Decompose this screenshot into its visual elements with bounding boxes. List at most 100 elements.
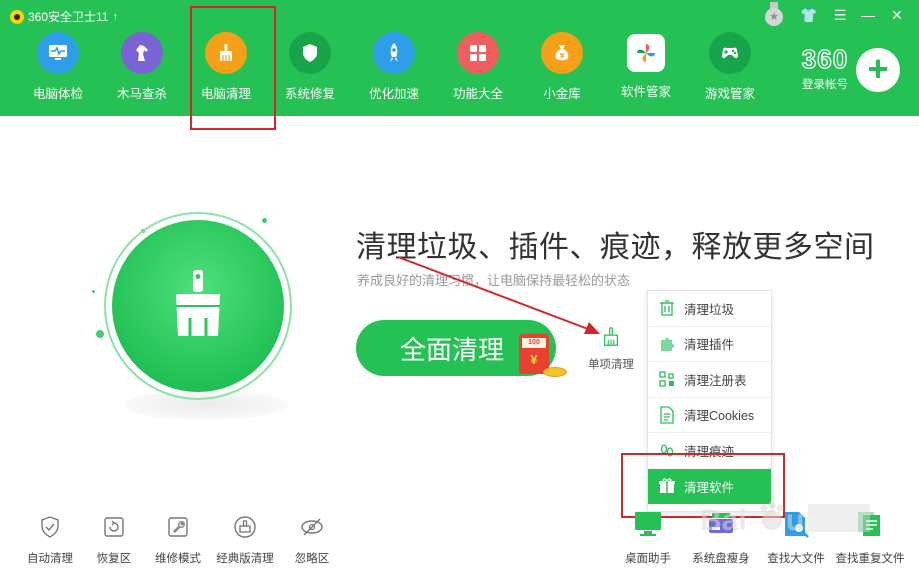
- puzzle-icon: [661, 337, 675, 351]
- nav-label: 功能大全: [452, 87, 503, 101]
- menu-icon[interactable]: ☰: [829, 6, 851, 24]
- dropdown-item-label: 清理Cookies: [684, 409, 755, 424]
- dropdown-item-label: 清理垃圾: [684, 302, 735, 317]
- nav-item-vault[interactable]: ¥ 小金库: [520, 30, 604, 106]
- coins-icon: [543, 367, 567, 377]
- 360-logo-icon: [10, 9, 24, 24]
- single-clean-label: 单项清理: [588, 359, 634, 371]
- tool-label: 查找重复文件: [835, 553, 905, 565]
- update-arrow-icon[interactable]: ↑: [112, 11, 118, 23]
- rocket-icon: [373, 32, 415, 74]
- dropdown-item-label: 清理注册表: [684, 373, 747, 388]
- nav-label: 游戏管家: [704, 87, 755, 101]
- gamepad-icon: [709, 32, 751, 74]
- desktop-helper-icon: [635, 512, 661, 536]
- envelope-tag: 100: [522, 338, 546, 348]
- tool-label: 维修模式: [155, 553, 201, 565]
- document-icon: [660, 406, 674, 424]
- tool-label: 经典版清理: [216, 553, 274, 565]
- single-clean-dropdown: 清理垃圾 清理插件 清理注册表 清理Cookies 清理痕迹 清理软件: [647, 290, 772, 512]
- app-title: 360安全卫士11 ↑: [10, 8, 118, 25]
- gift-box-icon: [659, 478, 675, 494]
- disk-slim-icon: [709, 513, 733, 533]
- nav-label: 电脑清理: [200, 87, 251, 101]
- decor-dot: [262, 218, 267, 223]
- dropdown-item-clean-software[interactable]: 清理软件: [648, 468, 771, 504]
- ignore-eye-icon: [301, 518, 323, 536]
- decor-dot: [92, 290, 95, 293]
- tool-label: 恢复区: [96, 553, 132, 565]
- find-large-file-tool[interactable]: 查找大文件: [759, 510, 833, 566]
- nav-label: 木马查杀: [116, 87, 167, 101]
- trash-icon: [660, 300, 674, 316]
- shield-check-icon: [41, 516, 59, 538]
- shield-icon: [289, 32, 331, 74]
- dropdown-item-label: 清理软件: [684, 480, 735, 495]
- broom-icon: [205, 32, 247, 74]
- dropdown-item-clean-junk[interactable]: 清理垃圾: [648, 291, 771, 327]
- dropdown-item-label: 清理插件: [684, 338, 735, 353]
- find-duplicate-icon: [858, 512, 880, 536]
- broom-outline-icon: [603, 327, 619, 346]
- nav-item-speedup[interactable]: 优化加速: [352, 30, 436, 106]
- classic-clean-icon: [234, 516, 256, 538]
- nav-item-system-repair[interactable]: 系统修复: [268, 30, 352, 106]
- close-icon[interactable]: ✕: [886, 6, 908, 24]
- add-account-button[interactable]: +: [856, 48, 900, 92]
- nav-item-software-manager[interactable]: 软件管家: [604, 30, 688, 106]
- restore-icon: [104, 517, 124, 537]
- login-label: 登录帐号: [802, 79, 848, 91]
- svg-text:¥: ¥: [560, 52, 565, 60]
- nav-item-pc-checkup[interactable]: 电脑体检: [16, 30, 100, 106]
- nav-item-game-manager[interactable]: 游戏管家: [688, 30, 772, 106]
- dropdown-item-label: 清理痕迹: [684, 444, 735, 459]
- repair-mode-tool[interactable]: 维修模式: [142, 514, 214, 566]
- login-account[interactable]: 360 登录帐号: [790, 45, 860, 92]
- registry-icon: [659, 371, 674, 387]
- find-large-file-icon: [785, 512, 809, 538]
- skin-icon[interactable]: 👕: [798, 6, 820, 24]
- disk-slim-tool[interactable]: 系统盘瘦身: [684, 510, 758, 566]
- classic-clean-tool[interactable]: 经典版清理: [209, 514, 281, 566]
- nav-label: 优化加速: [368, 87, 419, 101]
- nav-label: 电脑体检: [32, 87, 83, 101]
- single-clean-button[interactable]: 单项清理: [584, 326, 638, 372]
- nav-item-trojan-scan[interactable]: 木马查杀: [100, 30, 184, 106]
- hero-broom-icon: [112, 220, 284, 392]
- top-bar: 360安全卫士11 ↑ ★ 👕 ☆ ☰ — ✕ 电脑体检 木马查杀: [0, 0, 919, 116]
- auto-clean-tool[interactable]: 自动清理: [14, 514, 86, 566]
- monitor-check-icon: [37, 32, 79, 74]
- tool-label: 桌面助手: [625, 553, 671, 565]
- tool-label: 自动清理: [27, 553, 73, 565]
- plus-icon: +: [867, 47, 889, 89]
- medal-icon[interactable]: ★: [764, 2, 784, 26]
- find-duplicate-tool[interactable]: 查找重复文件: [833, 510, 907, 566]
- restore-area-tool[interactable]: 恢复区: [78, 514, 150, 566]
- money-bag-icon: ¥: [541, 32, 583, 74]
- dropdown-item-clean-traces[interactable]: 清理痕迹: [648, 433, 771, 469]
- dropdown-item-clean-registry[interactable]: 清理注册表: [648, 362, 771, 398]
- minimize-icon[interactable]: —: [857, 6, 879, 24]
- nav-label: 系统修复: [284, 87, 335, 101]
- ignore-area-tool[interactable]: 忽略区: [276, 514, 348, 566]
- footprint-icon: [660, 444, 674, 457]
- dropdown-item-clean-cookies[interactable]: 清理Cookies: [648, 398, 771, 433]
- horse-icon: [121, 32, 163, 74]
- main-nav: 电脑体检 木马查杀 电脑清理 系统修复 优化加速 功能大全 ¥ 小金库 软件管家…: [16, 30, 772, 106]
- tool-label: 系统盘瘦身: [692, 553, 750, 565]
- app-title-text: 360安全卫士11: [28, 10, 109, 24]
- page-subline: 养成良好的清理习惯，让电脑保持最轻松的状态: [357, 273, 631, 288]
- nav-item-all-features[interactable]: 功能大全: [436, 30, 520, 106]
- pinwheel-icon: [627, 34, 665, 72]
- desktop-helper-tool[interactable]: 桌面助手: [611, 510, 685, 566]
- nav-item-pc-clean[interactable]: 电脑清理: [184, 30, 268, 106]
- nav-label: 小金库: [543, 87, 581, 101]
- grid-icon: [457, 32, 499, 74]
- dropdown-item-clean-plugins[interactable]: 清理插件: [648, 327, 771, 362]
- decor-dot: [96, 330, 104, 338]
- page-headline: 清理垃圾、插件、痕迹，释放更多空间: [356, 231, 875, 264]
- tool-label: 查找大文件: [767, 553, 825, 565]
- nav-label: 软件管家: [620, 85, 671, 99]
- wrench-icon: [168, 517, 188, 537]
- tool-label: 忽略区: [294, 553, 330, 565]
